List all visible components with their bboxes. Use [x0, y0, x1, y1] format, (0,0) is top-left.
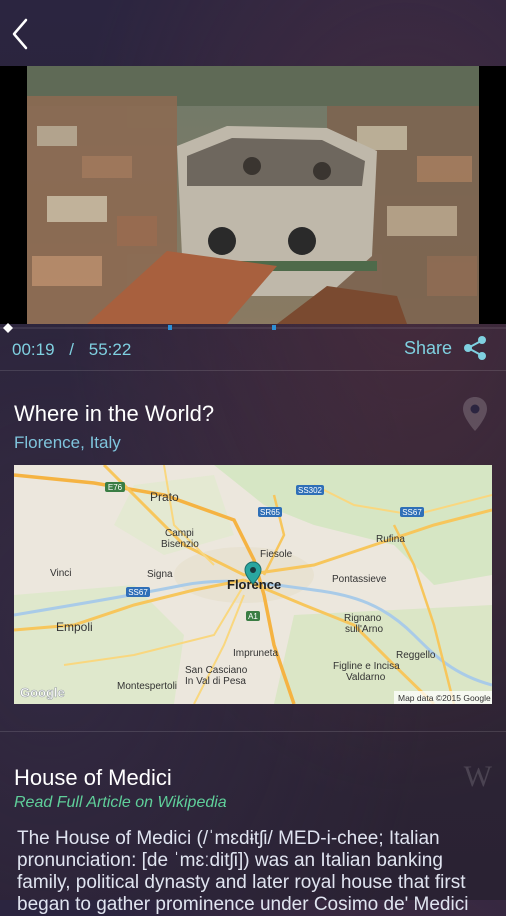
article-title: House of Medici	[14, 765, 172, 790]
map-label-prato: Prato	[150, 490, 179, 504]
article-body: The House of Medici (/ˈmɛdɨtʃi/ MED-i-ch…	[17, 828, 469, 915]
map-label-campi: Campi	[165, 528, 194, 539]
map-label-sullarno: sull'Arno	[345, 624, 383, 635]
svg-text:E76: E76	[108, 483, 123, 492]
playback-time: 00:19 / 55:22	[12, 340, 131, 360]
road-shield: SS302	[296, 485, 324, 495]
map-label-rufina: Rufina	[376, 534, 405, 545]
road-shield: SR65	[258, 507, 282, 517]
chapter-marker	[168, 325, 172, 330]
road-shield: SS67	[126, 587, 150, 597]
progress-track	[0, 327, 506, 329]
wikipedia-link[interactable]: Read Full Article on Wikipedia	[14, 794, 227, 812]
progress-handle[interactable]	[3, 323, 13, 333]
share-label: Share	[403, 337, 452, 358]
google-logo: Google	[20, 685, 65, 700]
road-shield: SS67	[400, 507, 424, 517]
share-button[interactable]: Share	[404, 334, 488, 362]
map-label-impruneta: Impruneta	[233, 648, 278, 659]
map-label-sancasciano: San Casciano	[185, 665, 248, 676]
map-label-fiesole: Fiesole	[260, 549, 293, 560]
chevron-left-icon	[12, 18, 28, 50]
svg-text:SS67: SS67	[128, 588, 148, 597]
time-separator: /	[69, 340, 75, 359]
location-title: Where in the World?	[14, 401, 215, 426]
map-label-vinci: Vinci	[50, 568, 72, 579]
map-label-figline: Figline e Incisa	[333, 661, 400, 672]
video-still-image	[27, 66, 479, 324]
video-frame[interactable]	[27, 66, 479, 324]
map-label-montespertoli: Montespertoli	[117, 681, 177, 692]
share-icon	[464, 336, 486, 360]
map-label-bisenzio: Bisenzio	[161, 539, 199, 550]
location-place: Florence, Italy	[14, 433, 121, 452]
back-button[interactable]	[6, 14, 34, 54]
current-time: 00:19	[12, 340, 55, 359]
svg-text:A1: A1	[248, 612, 258, 621]
map-label-invaldipesa: In Val di Pesa	[185, 676, 246, 687]
road-shield: E76	[105, 482, 125, 492]
section-divider	[0, 731, 506, 732]
video-player[interactable]	[0, 66, 506, 324]
svg-text:SR65: SR65	[260, 508, 281, 517]
map-attribution: Map data ©2015 Google	[398, 693, 491, 703]
total-time: 55:22	[88, 340, 132, 359]
map-label-signa: Signa	[147, 569, 173, 580]
svg-text:SS67: SS67	[402, 508, 422, 517]
map-pin-icon	[462, 396, 488, 437]
map-label-pontassieve: Pontassieve	[332, 574, 387, 585]
wikipedia-logo-icon: W	[463, 760, 492, 793]
road-shield: A1	[246, 611, 260, 621]
location-map[interactable]: E76 SS302 SR65 SS67 SS67 A1 Prato Campi …	[14, 465, 492, 704]
chapter-marker	[272, 325, 276, 330]
map-label-reggello: Reggello	[396, 650, 436, 661]
top-bar	[0, 0, 506, 66]
map-label-valdarno: Valdarno	[346, 672, 386, 683]
video-progress-bar[interactable]	[0, 320, 506, 333]
map-label-empoli: Empoli	[56, 620, 93, 634]
svg-text:SS302: SS302	[298, 486, 323, 495]
map-label-rignano: Rignano	[344, 613, 382, 624]
section-divider	[0, 370, 506, 371]
